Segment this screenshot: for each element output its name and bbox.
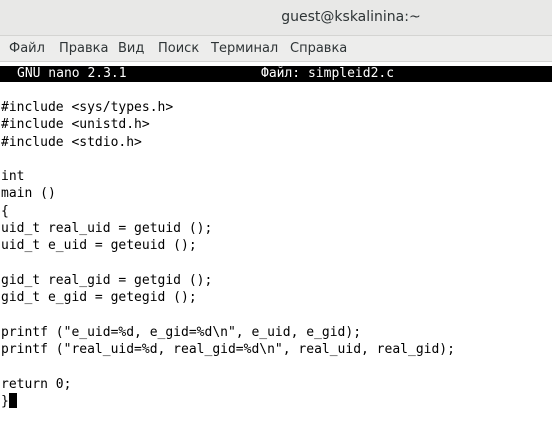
code-line: uid_t real_uid = getuid ();: [1, 221, 213, 237]
window-title: guest@kskalinina:~: [281, 9, 421, 25]
terminal-window: guest@kskalinina:~ Файл Правка Вид Поиск…: [0, 0, 552, 424]
code-editor[interactable]: #include <sys/types.h> #include <unistd.h…: [1, 99, 455, 410]
menu-terminal[interactable]: Терминал: [211, 41, 278, 56]
nano-file-name: Файл: simpleid2.c: [261, 66, 395, 81]
menu-help[interactable]: Справка: [290, 41, 347, 56]
code-line: printf ("real_uid=%d, real_gid=%d\n", re…: [1, 342, 455, 358]
nano-version: GNU nano 2.3.1: [17, 66, 127, 81]
terminal-area[interactable]: GNU nano 2.3.1 Файл: simpleid2.c #includ…: [0, 62, 552, 424]
code-line: #include <unistd.h>: [1, 117, 150, 133]
code-line: printf ("e_uid=%d, e_gid=%d\n", e_uid, e…: [1, 324, 362, 340]
code-line: int: [1, 169, 25, 185]
code-line: return 0;: [1, 376, 72, 392]
menu-edit[interactable]: Правка: [59, 41, 108, 56]
code-line: #include <stdio.h>: [1, 134, 142, 150]
code-line: main (): [1, 186, 56, 202]
nano-title-bar: GNU nano 2.3.1 Файл: simpleid2.c: [0, 66, 552, 82]
code-line: #include <sys/types.h>: [1, 100, 174, 115]
text-cursor: [8, 393, 17, 409]
code-line-last: }: [1, 393, 455, 410]
title-bar[interactable]: guest@kskalinina:~: [0, 0, 552, 36]
code-line: gid_t e_gid = getegid ();: [1, 290, 197, 306]
menu-bar: Файл Правка Вид Поиск Терминал Справка: [0, 36, 552, 62]
menu-file[interactable]: Файл: [9, 41, 45, 56]
code-line-text: }: [1, 394, 9, 410]
code-line: {: [1, 203, 9, 219]
menu-view[interactable]: Вид: [118, 41, 144, 56]
menu-search[interactable]: Поиск: [158, 41, 199, 56]
code-line: gid_t real_gid = getgid ();: [1, 272, 213, 288]
code-line: uid_t e_uid = geteuid ();: [1, 238, 197, 254]
